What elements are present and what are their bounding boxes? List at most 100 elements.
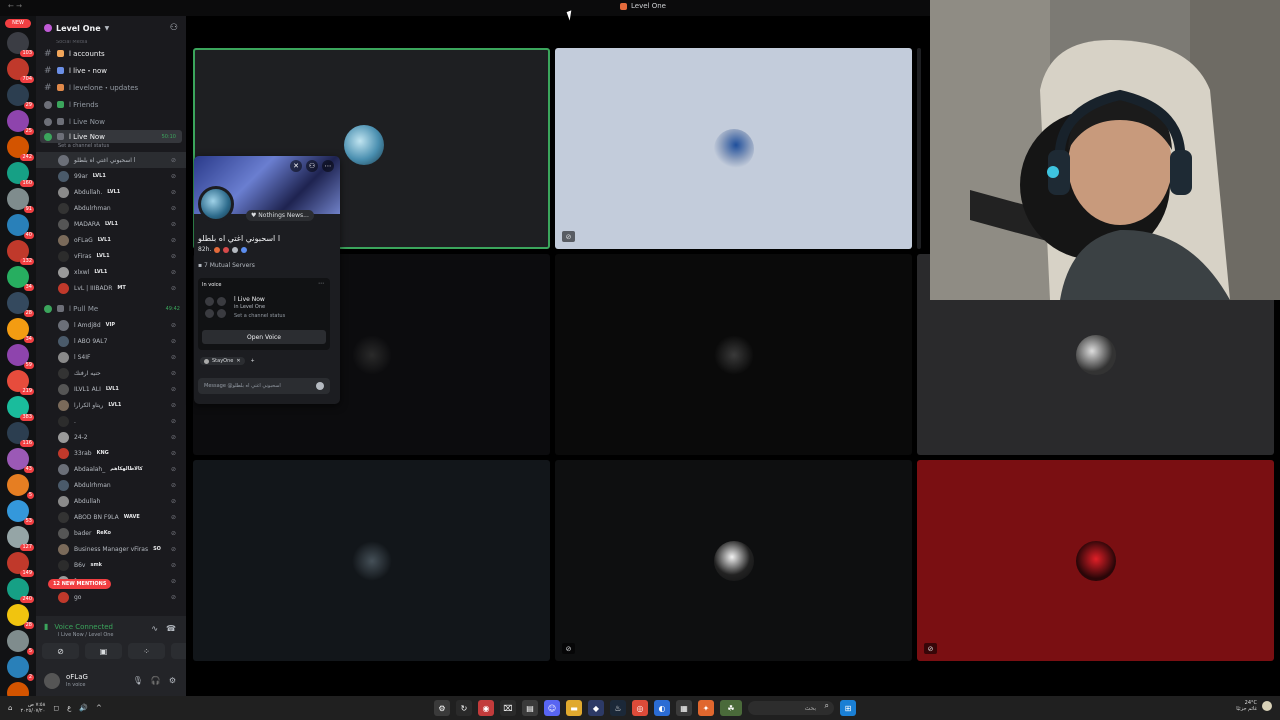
- microphone-icon[interactable]: 🎙: [133, 676, 143, 685]
- server-icon[interactable]: 43: [7, 448, 34, 473]
- participant-tile-partial[interactable]: [917, 48, 921, 249]
- server-icon[interactable]: 5: [7, 474, 34, 499]
- taskbar-weather[interactable]: 24°C غائم جزئيًا: [1236, 700, 1272, 712]
- voice-user[interactable]: Abdullah. LVL1 ⊘: [36, 184, 186, 200]
- chrome-icon[interactable]: ◎: [632, 700, 648, 716]
- voice-user[interactable]: ريتاو الكرارا LVL1 ⊘: [36, 397, 186, 413]
- voice-user[interactable]: Abdulrhman ⊘: [36, 477, 186, 493]
- app-icon[interactable]: ☘: [720, 700, 742, 716]
- emoji-icon[interactable]: [316, 382, 324, 390]
- voice-user[interactable]: ABOD BN F9LA WAVE ⊘: [36, 509, 186, 525]
- server-icon[interactable]: 383: [7, 396, 34, 421]
- channel-active-voice[interactable]: l Live Now 50:10: [40, 130, 182, 143]
- participant-tile[interactable]: ⊘: [555, 460, 912, 661]
- server-icon[interactable]: 29: [7, 84, 34, 109]
- server-icon[interactable]: 2: [7, 656, 34, 681]
- back-forward-icon[interactable]: ← →: [8, 2, 22, 10]
- voice-user[interactable]: Abdullah ⊘: [36, 493, 186, 509]
- server-icon[interactable]: 149: [7, 552, 34, 577]
- chevron-up-icon[interactable]: ^: [96, 704, 102, 712]
- clock[interactable]: ٧:٥٨ ص ٢٠٢٥/٠٧/٢٠: [20, 702, 45, 714]
- avatar[interactable]: [44, 673, 60, 689]
- camera-button[interactable]: ⊘: [42, 643, 79, 659]
- channel-live-now-voice[interactable]: l Live Now: [36, 113, 186, 130]
- notifications-icon[interactable]: ◻: [53, 704, 59, 712]
- activities-button[interactable]: ⁘: [128, 643, 165, 659]
- new-pill[interactable]: NEW: [5, 19, 31, 28]
- voice-user[interactable]: bader ReKo ⊘: [36, 525, 186, 541]
- file-explorer-icon[interactable]: ▬: [566, 700, 582, 716]
- server-icon[interactable]: 28: [7, 292, 34, 317]
- channel-live-now-text[interactable]: # l live・now: [36, 62, 186, 79]
- volume-icon[interactable]: 🔊: [79, 704, 88, 712]
- server-icon[interactable]: 25: [7, 110, 34, 135]
- voice-user[interactable]: B6v smk ⊘: [36, 557, 186, 573]
- server-icon[interactable]: 103: [7, 32, 34, 57]
- disconnect-icon[interactable]: ☎: [166, 624, 176, 633]
- open-voice-button[interactable]: Open Voice: [202, 330, 326, 344]
- voice-user[interactable]: 33rab KNG ⊘: [36, 445, 186, 461]
- app-icon[interactable]: ◉: [478, 700, 494, 716]
- server-icon[interactable]: 242: [7, 136, 34, 161]
- voice-user[interactable]: Abdaalah_ كالاظالهكاهم ⊘: [36, 461, 186, 477]
- guild-tag[interactable]: StayOne ✕: [200, 357, 245, 365]
- voice-user[interactable]: اسحبوني اغتي اه بلطلو l ⊘: [36, 152, 186, 168]
- screen-share-button[interactable]: ▣: [85, 643, 122, 659]
- soundboard-button[interactable]: ♫: [171, 643, 186, 659]
- server-icon[interactable]: 160: [7, 162, 34, 187]
- gear-icon[interactable]: ⚙: [169, 676, 176, 685]
- settings-icon[interactable]: ⚙: [434, 700, 450, 716]
- browser-icon[interactable]: ◐: [654, 700, 670, 716]
- server-icon[interactable]: 59: [7, 344, 34, 369]
- server-icon[interactable]: 132: [7, 240, 34, 265]
- headphones-icon[interactable]: 🎧: [151, 676, 161, 685]
- voice-user[interactable]: MADARA LVL1 ⊘: [36, 216, 186, 232]
- server-icon[interactable]: 240: [7, 578, 34, 603]
- voice-user[interactable]: . ⊘: [36, 413, 186, 429]
- app-icon[interactable]: ▤: [522, 700, 538, 716]
- avatar[interactable]: [198, 186, 234, 222]
- voice-user[interactable]: حنيه ارفنك ⊘: [36, 365, 186, 381]
- channel-updates[interactable]: # l levelone・updates: [36, 79, 186, 96]
- voice-user[interactable]: go ⊘: [36, 589, 186, 605]
- xbox-icon[interactable]: ⌧: [500, 700, 516, 716]
- server-icon[interactable]: 34: [7, 266, 34, 291]
- voice-user[interactable]: Abdulrhman ⊘: [36, 200, 186, 216]
- voice-user[interactable]: l Amdj8d VIP ⊘: [36, 317, 186, 333]
- refresh-icon[interactable]: ↻: [456, 700, 472, 716]
- new-mentions-pill[interactable]: 12 NEW MENTIONS: [48, 579, 112, 589]
- more-icon[interactable]: ⋯: [318, 280, 324, 287]
- message-input[interactable]: Message @اسحبوني اغتي اه بلطلو: [198, 378, 330, 394]
- voice-user[interactable]: Business Manager vFiras SO ⊘: [36, 541, 186, 557]
- voice-user[interactable]: LvL | IIIBADR MT ⊘: [36, 280, 186, 296]
- voice-user[interactable]: ILVL1 ALI LVL1 ⊘: [36, 381, 186, 397]
- channel-pull-me[interactable]: l Pull Me 49:42: [36, 300, 186, 317]
- server-icon[interactable]: 704: [7, 58, 34, 83]
- close-icon[interactable]: ✕: [290, 160, 302, 172]
- voice-user[interactable]: 99ar LVL1 ⊘: [36, 168, 186, 184]
- network-icon[interactable]: ⌂: [8, 704, 12, 712]
- server-icon[interactable]: 127: [7, 526, 34, 551]
- voice-user[interactable]: l S4IF ⊘: [36, 349, 186, 365]
- participant-tile[interactable]: [555, 254, 912, 455]
- participant-tile[interactable]: ⊘: [555, 48, 912, 249]
- close-icon[interactable]: ✕: [236, 358, 240, 364]
- steam-icon[interactable]: ♨: [610, 700, 626, 716]
- voice-user[interactable]: oFLaG LVL1 ⊘: [36, 232, 186, 248]
- app-icon[interactable]: ✦: [698, 700, 714, 716]
- more-icon[interactable]: ⋯: [322, 160, 334, 172]
- add-friend-icon[interactable]: ⚇: [306, 160, 318, 172]
- server-icon[interactable]: 5: [7, 630, 34, 655]
- voice-user[interactable]: 24-2 ⊘: [36, 429, 186, 445]
- noise-suppression-icon[interactable]: ∿: [151, 624, 158, 633]
- voice-user[interactable]: xlxwl LVL1 ⊘: [36, 264, 186, 280]
- start-icon[interactable]: ⊞: [840, 700, 856, 716]
- server-icon[interactable]: 40: [7, 214, 34, 239]
- server-icon[interactable]: 53: [7, 500, 34, 525]
- add-user-icon[interactable]: ⚇: [170, 23, 178, 33]
- server-icon[interactable]: 91: [7, 188, 34, 213]
- server-header[interactable]: Level One ▼ ⚇: [36, 16, 186, 40]
- server-icon[interactable]: 219: [7, 370, 34, 395]
- channel-accounts[interactable]: # l accounts: [36, 45, 186, 62]
- channel-status[interactable]: Set a channel status: [36, 143, 186, 152]
